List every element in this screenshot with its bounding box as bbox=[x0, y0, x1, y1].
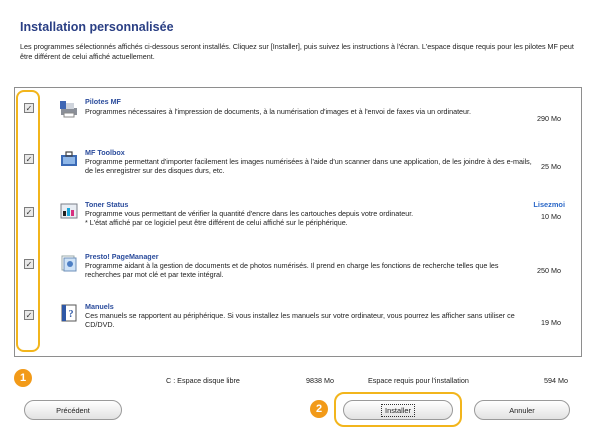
toner-status-icon bbox=[60, 203, 78, 219]
program-row-mf-drivers: ✓ Pilotes MF Programmes nécessaires à l'… bbox=[15, 92, 581, 146]
program-row-manuals: ✓ ? Manuels Ces manuels se rapportent au… bbox=[15, 301, 581, 355]
program-size: 10 Mo bbox=[541, 212, 561, 221]
dialog-title: Installation personnalisée bbox=[20, 20, 174, 34]
install-button-label: Installer bbox=[381, 404, 415, 417]
install-button[interactable]: Installer bbox=[343, 400, 453, 420]
program-list: ✓ Pilotes MF Programmes nécessaires à l'… bbox=[14, 87, 582, 357]
program-description: Programme vous permettant de vérifier la… bbox=[85, 209, 414, 227]
program-name: Presto! PageManager bbox=[85, 252, 159, 261]
toolbox-icon bbox=[61, 151, 77, 166]
free-space-value: 9838 Mo bbox=[306, 376, 334, 385]
program-name: Manuels bbox=[85, 302, 114, 311]
program-size: 25 Mo bbox=[541, 162, 561, 171]
program-row-toner-status: ✓ Toner Status Lisezmoi Programme vous p… bbox=[15, 198, 581, 252]
program-row-pagemanager: ✓ Presto! PageManager Programme aidant à… bbox=[15, 249, 581, 303]
program-size: 290 Mo bbox=[537, 114, 561, 123]
program-size: 19 Mo bbox=[541, 318, 561, 327]
readme-link[interactable]: Lisezmoi bbox=[533, 200, 565, 209]
required-space-value: 594 Mo bbox=[544, 376, 568, 385]
program-description: Programme permettant d'importer facileme… bbox=[85, 157, 532, 175]
program-name: Pilotes MF bbox=[85, 97, 121, 106]
back-button[interactable]: Précédent bbox=[24, 400, 122, 420]
intro-text: Les programmes sélectionnés affichés ci-… bbox=[20, 42, 574, 61]
program-description: Programmes nécessaires à l'impression de… bbox=[85, 107, 472, 116]
program-name: Toner Status bbox=[85, 200, 129, 209]
callout-badge-1: 1 bbox=[14, 369, 32, 387]
program-description: Ces manuels se rapportent au périphériqu… bbox=[85, 311, 515, 329]
callout-badge-2: 2 bbox=[310, 400, 328, 418]
manuals-icon: ? bbox=[61, 304, 77, 322]
custom-install-dialog: Installation personnalisée Les programme… bbox=[0, 0, 595, 437]
program-size: 250 Mo bbox=[537, 266, 561, 275]
program-name: MF Toolbox bbox=[85, 148, 125, 157]
checkbox-column-highlight bbox=[16, 90, 40, 352]
free-space-label: C : Espace disque libre bbox=[166, 376, 240, 385]
svg-text:?: ? bbox=[69, 309, 74, 320]
pagemanager-icon bbox=[61, 255, 77, 272]
required-space-label: Espace requis pour l'installation bbox=[368, 376, 469, 385]
program-row-mf-toolbox: ✓ MF Toolbox Programme permettant d'impo… bbox=[15, 146, 581, 200]
cancel-button[interactable]: Annuler bbox=[474, 400, 570, 420]
program-description: Programme aidant à la gestion de documen… bbox=[85, 261, 499, 279]
printer-drivers-icon bbox=[60, 101, 77, 118]
